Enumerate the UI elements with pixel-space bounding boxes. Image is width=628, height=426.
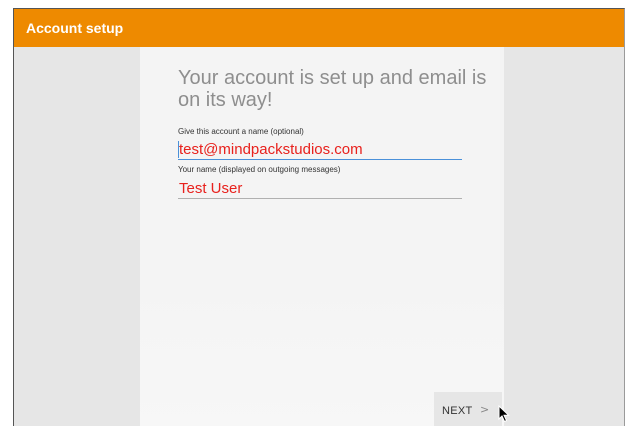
your-name-value: Test User bbox=[179, 180, 243, 197]
mouse-pointer-icon bbox=[498, 405, 510, 423]
setup-panel: Your account is set up and email is on i… bbox=[140, 47, 504, 426]
your-name-label: Your name (displayed on outgoing message… bbox=[178, 165, 341, 174]
next-button[interactable]: NEXT > bbox=[434, 392, 502, 426]
your-name-field[interactable]: Test User bbox=[178, 177, 462, 199]
app-window: Account setup Your account is set up and… bbox=[13, 8, 625, 426]
app-bar: Account setup bbox=[14, 9, 624, 47]
page-title: Your account is set up and email is on i… bbox=[178, 67, 487, 111]
account-name-value: test@mindpackstudios.com bbox=[179, 141, 363, 158]
account-name-label: Give this account a name (optional) bbox=[178, 127, 304, 136]
app-bar-title: Account setup bbox=[26, 20, 124, 36]
chevron-right-icon: > bbox=[480, 403, 490, 416]
account-name-field[interactable]: test@mindpackstudios.com bbox=[178, 138, 462, 160]
next-button-label: NEXT bbox=[442, 405, 473, 417]
